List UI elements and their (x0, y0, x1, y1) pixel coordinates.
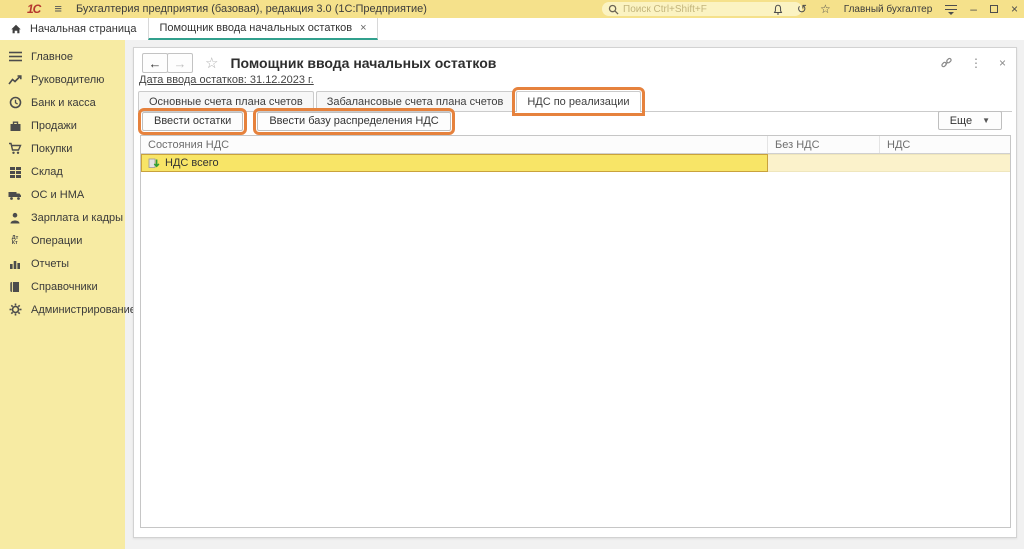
more-button[interactable]: Еще ▼ (938, 111, 1002, 130)
search-input[interactable] (623, 4, 783, 15)
sidebar-item-sklad[interactable]: Склад (0, 160, 125, 183)
favorites-star-icon[interactable]: ☆ (820, 3, 831, 15)
row-label: НДС всего (165, 157, 219, 169)
sidebar-item-label: Покупки (31, 143, 72, 155)
back-button[interactable]: ← (142, 53, 168, 73)
close-form-icon[interactable]: × (999, 56, 1006, 70)
main-area: Главное Руководителю Банк и касса Продаж… (0, 40, 1024, 549)
sidebar-item-bank-i-kassa[interactable]: Банк и касса (0, 91, 125, 114)
sidebar-item-label: Банк и касса (31, 97, 96, 109)
sidebar-item-glavnoe[interactable]: Главное (0, 45, 125, 68)
functions-menu-icon[interactable] (945, 4, 957, 14)
sidebar-item-zarplata-i-kadry[interactable]: Зарплата и кадры (0, 206, 125, 229)
column-header-vat[interactable]: НДС (880, 136, 1010, 153)
sidebar-item-label: Главное (31, 51, 73, 63)
get-link-icon[interactable] (940, 57, 953, 70)
sidebar-item-label: Руководителю (31, 74, 104, 86)
trend-chart-icon (8, 73, 22, 87)
table-header: Состояния НДС Без НДС НДС (141, 136, 1010, 154)
tab-home[interactable]: Начальная страница (0, 18, 136, 40)
app-window: 1С ≡ Бухгалтерия предприятия (базовая), … (0, 0, 1024, 549)
sidebar-item-label: Справочники (31, 281, 98, 293)
home-icon (10, 23, 22, 35)
minimize-button[interactable]: – (970, 3, 977, 15)
main-menu-icon[interactable]: ≡ (54, 4, 62, 14)
sections-sidebar: Главное Руководителю Банк и касса Продаж… (0, 40, 125, 549)
sidebar-item-label: Зарплата и кадры (31, 212, 123, 224)
close-window-button[interactable]: × (1011, 3, 1018, 15)
briefcase-icon (8, 119, 22, 133)
current-user-label[interactable]: Главный бухгалтер (844, 4, 933, 15)
balance-date-link[interactable]: Дата ввода остатков: 31.12.2023 г. (139, 74, 314, 86)
sidebar-item-label: ОС и НМА (31, 189, 84, 201)
sidebar-item-spravochniki[interactable]: Справочники (0, 275, 125, 298)
active-tab-label: Помощник ввода начальных остатков (159, 22, 352, 34)
window-tab-bar: Начальная страница Помощник ввода началь… (0, 18, 1024, 40)
cell-without-vat[interactable] (768, 154, 880, 172)
book-icon (8, 280, 22, 294)
table-row[interactable]: НДС всего (141, 154, 1010, 172)
more-kebab-icon[interactable]: ⋮ (970, 56, 982, 70)
cell-vat[interactable] (880, 154, 1010, 172)
favorite-star-icon[interactable]: ☆ (205, 54, 218, 72)
vat-states-table: Состояния НДС Без НДС НДС НДС всег (140, 135, 1011, 528)
page-title: Помощник ввода начальных остатков (230, 55, 496, 71)
sidebar-item-operatsii[interactable]: ДтКт Операции (0, 229, 125, 252)
gear-icon (8, 303, 22, 317)
clock-coin-icon (8, 96, 22, 110)
sidebar-item-label: Администрирование (31, 304, 136, 316)
forward-button[interactable]: → (167, 53, 193, 73)
sidebar-item-pokupki[interactable]: Покупки (0, 137, 125, 160)
history-icon[interactable]: ↺ (797, 3, 807, 15)
sidebar-item-label: Отчеты (31, 258, 69, 270)
enter-vat-base-button[interactable]: Ввести базу распределения НДС (257, 112, 450, 131)
tab-nds-po-realizatsii[interactable]: НДС по реализации (516, 91, 640, 112)
sidebar-item-prodazhi[interactable]: Продажи (0, 114, 125, 137)
enter-balances-button[interactable]: Ввести остатки (142, 112, 243, 131)
sidebar-item-label: Операции (31, 235, 82, 247)
tab-zabalansovye-scheta[interactable]: Забалансовые счета плана счетов (316, 91, 515, 111)
tab-assistant-active[interactable]: Помощник ввода начальных остатков × (148, 18, 377, 40)
sidebar-item-administrirovanie[interactable]: Администрирование (0, 298, 125, 321)
sidebar-item-otchety[interactable]: Отчеты (0, 252, 125, 275)
command-bar: Ввести остатки Ввести базу распределения… (142, 111, 1008, 131)
debit-credit-icon: ДтКт (8, 234, 22, 248)
person-icon (8, 211, 22, 225)
search-icon (608, 4, 619, 15)
bar-chart-icon (8, 257, 22, 271)
column-header-vat-states[interactable]: Состояния НДС (141, 136, 768, 153)
notifications-bell-icon[interactable] (772, 3, 784, 16)
storage-grid-icon (8, 165, 22, 179)
assistant-form-panel: ← → ☆ Помощник ввода начальных остатков … (133, 47, 1017, 538)
home-tab-label: Начальная страница (30, 23, 136, 35)
sidebar-item-label: Склад (31, 166, 63, 178)
more-button-label: Еще (950, 115, 972, 127)
shopping-cart-icon (8, 142, 22, 156)
1c-logo: 1С (27, 2, 40, 16)
window-title: Бухгалтерия предприятия (базовая), редак… (76, 3, 427, 15)
restore-button[interactable] (990, 5, 998, 13)
titlebar: 1С ≡ Бухгалтерия предприятия (базовая), … (0, 0, 1024, 18)
sidebar-item-label: Продажи (31, 120, 77, 132)
form-tabstrip: Основные счета плана счетов Забалансовые… (138, 91, 1012, 112)
column-header-without-vat[interactable]: Без НДС (768, 136, 880, 153)
dropdown-caret-icon: ▼ (982, 116, 990, 125)
tab-osnovnye-scheta[interactable]: Основные счета плана счетов (138, 91, 314, 111)
sidebar-item-os-i-nma[interactable]: ОС и НМА (0, 183, 125, 206)
form-header: ← → ☆ Помощник ввода начальных остатков (142, 51, 1008, 75)
truck-icon (8, 188, 22, 202)
tab-close-icon[interactable]: × (360, 22, 366, 34)
vat-total-row-icon (148, 157, 160, 169)
menu-lines-icon (8, 50, 22, 64)
sidebar-item-rukovoditelyu[interactable]: Руководителю (0, 68, 125, 91)
